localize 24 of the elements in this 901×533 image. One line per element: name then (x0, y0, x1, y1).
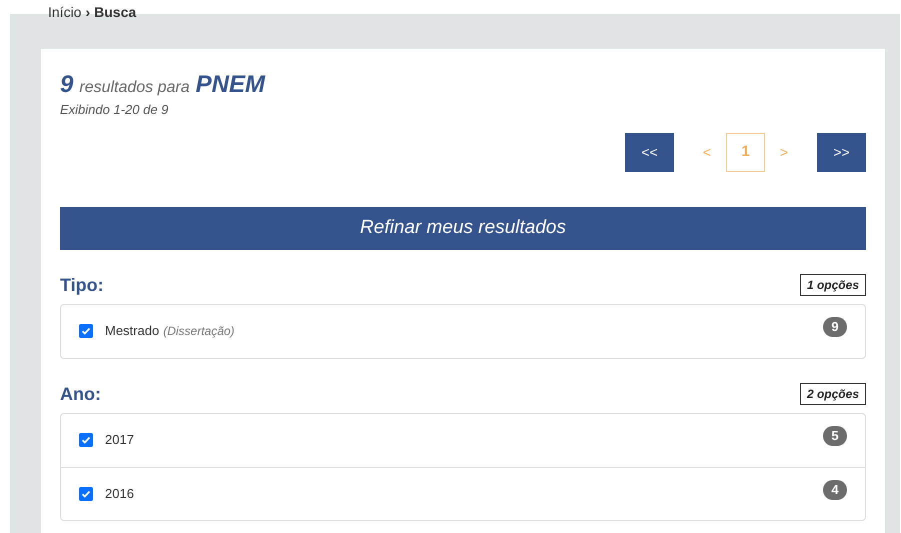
count-badge: 5 (823, 426, 847, 446)
checkbox[interactable] (79, 486, 93, 500)
result-count: 9 (60, 70, 74, 100)
count-badge: 9 (823, 317, 847, 337)
count-badge: 4 (823, 480, 847, 500)
option-note: (Dissertação) (163, 323, 235, 340)
last-page-button[interactable]: >> (817, 132, 866, 172)
options-count: 1 opções (800, 274, 866, 296)
option-label[interactable]: 2016 (105, 484, 134, 504)
search-query: PNEM (196, 70, 265, 100)
facet-title: Ano: (60, 382, 101, 406)
refine-bar: Refinar meus resultados (60, 206, 866, 250)
breadcrumb-link[interactable]: Início (48, 2, 82, 23)
results-label: resultados para (79, 78, 190, 98)
checkbox[interactable] (79, 324, 93, 338)
results-range: Exibindo 1-20 de 9 (60, 101, 170, 119)
checkbox[interactable] (79, 433, 93, 447)
breadcrumb-separator: › (85, 3, 90, 22)
options-count: 2 opções (800, 383, 866, 405)
first-page-button[interactable]: << (625, 132, 674, 172)
option-label[interactable]: Mestrado (105, 321, 160, 341)
breadcrumb-current: Busca (94, 3, 136, 22)
option-label[interactable]: 2017 (105, 430, 134, 450)
facet-title: Tipo: (60, 274, 104, 297)
